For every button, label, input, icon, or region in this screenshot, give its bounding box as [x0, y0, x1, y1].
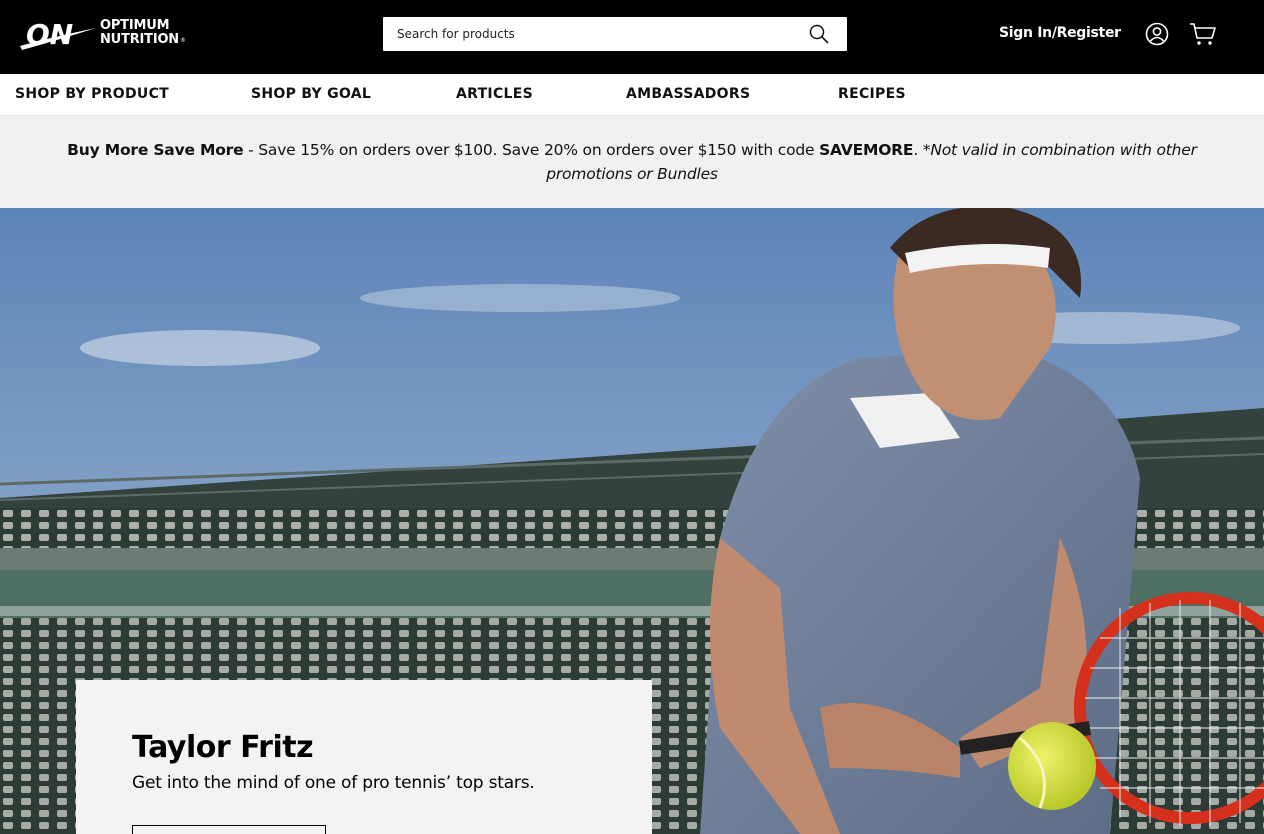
hero-cta-button[interactable] — [132, 825, 326, 834]
nav-item-ambassadors[interactable]: AMBASSADORS — [626, 86, 750, 102]
on-logo-mark-icon: ON — [20, 18, 96, 51]
hero-card: Taylor Fritz Get into the mind of one of… — [76, 680, 652, 834]
promo-code: SAVEMORE — [819, 141, 914, 159]
registered-mark: ® — [180, 37, 186, 44]
nav-item-articles[interactable]: ARTICLES — [456, 86, 533, 102]
svg-text:ON: ON — [26, 18, 73, 51]
promo-banner: Buy More Save More - Save 15% on orders … — [0, 116, 1264, 208]
main-nav: SHOP BY PRODUCT SHOP BY GOAL ARTICLES AM… — [0, 74, 1264, 116]
promo-text: - Save 15% on orders over $100. Save 20%… — [243, 141, 820, 159]
hero-title: Taylor Fritz — [132, 730, 314, 765]
brand-logo[interactable]: ON OPTIMUM NUTRITION ® — [18, 16, 188, 56]
search-input[interactable] — [397, 17, 797, 51]
brand-line-2: NUTRITION — [100, 32, 179, 47]
cart-icon[interactable] — [1189, 22, 1216, 46]
account-icon[interactable] — [1145, 22, 1169, 46]
sign-in-register-link[interactable]: Sign In/Register — [999, 25, 1121, 41]
nav-item-shop-by-product[interactable]: SHOP BY PRODUCT — [15, 86, 169, 102]
promo-headline: Buy More Save More — [67, 141, 244, 159]
site-header: ON OPTIMUM NUTRITION ® Sign In/Register — [0, 0, 1264, 74]
nav-item-shop-by-goal[interactable]: SHOP BY GOAL — [251, 86, 371, 102]
search-bar — [383, 17, 847, 51]
search-icon[interactable] — [809, 24, 829, 44]
nav-item-recipes[interactable]: RECIPES — [838, 86, 906, 102]
hero-subtitle: Get into the mind of one of pro tennis’ … — [132, 773, 535, 793]
brand-line-1: OPTIMUM — [100, 18, 170, 33]
brand-wordmark: OPTIMUM NUTRITION — [100, 19, 179, 47]
